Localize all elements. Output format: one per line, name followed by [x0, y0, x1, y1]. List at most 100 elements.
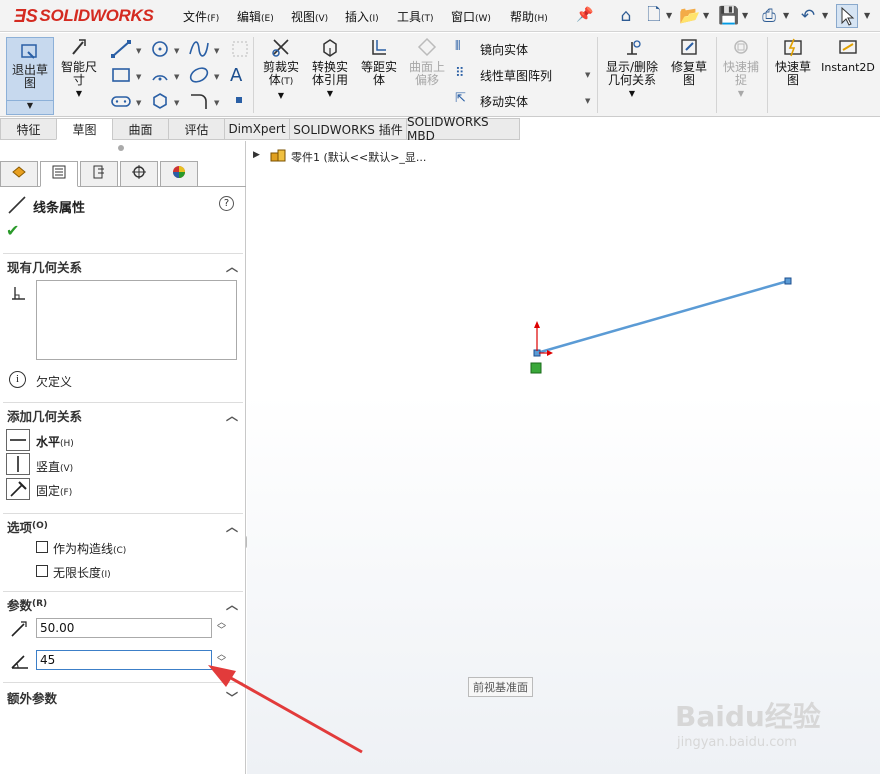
length-icon — [9, 619, 29, 642]
menu-tools[interactable]: 工具(T) — [397, 8, 434, 25]
menu-edit[interactable]: 编辑(E) — [237, 8, 274, 25]
help-icon[interactable]: ? — [219, 196, 234, 211]
crosshair-icon — [130, 164, 148, 184]
repair-sketch-icon — [678, 33, 700, 61]
menu-window[interactable]: 窗口(W) — [451, 8, 491, 25]
fix-icon[interactable] — [6, 478, 30, 500]
home-icon[interactable]: ⌂ — [614, 4, 638, 28]
menu-insert[interactable]: 插入(I) — [345, 8, 379, 25]
panel-grip[interactable] — [118, 145, 124, 151]
rectangle-tool-icon[interactable] — [110, 65, 132, 89]
tab-addins[interactable]: SOLIDWORKS 插件 — [289, 118, 407, 140]
move-entities-button[interactable]: 移动实体 — [480, 93, 528, 110]
surface-sketch-icon[interactable] — [230, 39, 250, 63]
mirror-entities-button[interactable]: 镜向实体 — [480, 41, 528, 58]
ok-check-icon[interactable]: ✔ — [6, 221, 19, 240]
offset-on-surface-button[interactable]: 曲面上 偏移 — [404, 33, 450, 87]
graphics-area[interactable]: ▶ 零件1 (默认<<默认>_显... 前视基准面 Baidu经验 jingya… — [247, 141, 880, 774]
new-document-icon[interactable]: 🗋 — [642, 4, 666, 28]
menu-file[interactable]: 文件(F) — [183, 8, 219, 25]
quick-snaps-button[interactable]: 快速捕 捉 ▼ — [718, 33, 764, 100]
repair-sketch-button[interactable]: 修复草 图 — [666, 33, 712, 87]
relation-vertical[interactable]: 竖直(V) — [36, 458, 73, 475]
info-icon: i — [9, 371, 26, 388]
fillet-tool-icon[interactable] — [188, 91, 210, 115]
offset-entities-button[interactable]: 等距实 体 — [356, 33, 402, 87]
select-pointer-icon[interactable] — [836, 4, 858, 28]
extra-parameters-header[interactable]: 额外参数 ﹀ — [0, 686, 246, 708]
spline-tool-icon[interactable] — [188, 39, 210, 63]
line-endpoint[interactable] — [784, 277, 792, 285]
smart-dimension-button[interactable]: 智能尺 寸 ▼ — [58, 33, 100, 100]
line-properties-icon — [7, 195, 27, 218]
menu-help[interactable]: 帮助(H) — [510, 8, 548, 25]
smart-dimension-icon — [69, 33, 89, 61]
existing-relations-header[interactable]: 现有几何关系 ︿ — [0, 255, 246, 277]
quick-snaps-icon — [730, 33, 752, 61]
convert-entities-icon — [319, 33, 341, 61]
infinite-length-checkbox[interactable] — [36, 565, 48, 577]
instant2d-button[interactable]: Instant2D — [820, 33, 876, 74]
point-tool-icon[interactable] — [232, 93, 246, 111]
command-tabs: 特征 草图 曲面 评估 DimXpert SOLIDWORKS 插件 SOLID… — [0, 115, 880, 143]
tab-mbd[interactable]: SOLIDWORKS MBD — [406, 115, 520, 143]
trim-entities-button[interactable]: 剪裁实 体(T) ▼ — [258, 33, 304, 102]
tab-sketch[interactable]: 草图 — [56, 118, 113, 140]
slot-tool-icon[interactable] — [110, 91, 132, 115]
rapid-sketch-button[interactable]: 快速草 图 — [770, 33, 816, 87]
display-delete-relations-button[interactable]: 显示/删除 几何关系 ▼ — [600, 33, 664, 100]
print-icon[interactable]: ⎙ — [757, 4, 781, 28]
tab-evaluate[interactable]: 评估 — [168, 118, 225, 140]
convert-entities-button[interactable]: 转换实 体引用 ▼ — [306, 33, 354, 100]
text-tool-icon[interactable]: A — [230, 65, 242, 86]
angle-spinner[interactable]: ︿ ﹀ — [217, 651, 226, 668]
save-icon[interactable]: 💾 — [717, 4, 741, 28]
exit-sketch-button[interactable]: 退出草 图 ▼ — [6, 37, 54, 115]
horizontal-icon[interactable] — [6, 429, 30, 451]
pin-icon[interactable]: 📌 — [576, 7, 593, 23]
construction-checkbox[interactable] — [36, 541, 48, 553]
vertical-icon[interactable] — [6, 453, 30, 475]
ellipse-tool-icon[interactable] — [188, 65, 210, 89]
configuration-icon — [90, 164, 108, 184]
menu-view[interactable]: 视图(V) — [291, 8, 328, 25]
tab-surfaces[interactable]: 曲面 — [112, 118, 169, 140]
tab-dimxpert[interactable]: DimXpert — [224, 118, 290, 140]
relations-icon — [621, 33, 643, 61]
property-manager: 线条属性 ? ✔ 现有几何关系 ︿ i 欠定义 添加几何关系 ︿ 水平(H) 竖… — [0, 141, 246, 774]
display-manager-tab[interactable] — [160, 161, 198, 187]
tab-features[interactable]: 特征 — [0, 118, 57, 140]
parameters-header[interactable]: 参数 (R) ︿ — [0, 593, 246, 615]
undo-icon[interactable]: ↶ — [796, 4, 820, 28]
relation-horizontal[interactable]: 水平(H) — [36, 433, 74, 450]
existing-relations-list[interactable] — [36, 280, 237, 360]
line-tool-icon[interactable] — [110, 39, 132, 63]
exit-sketch-icon — [7, 38, 53, 62]
length-spinner[interactable]: ︿ ﹀ — [217, 619, 226, 636]
offset-entities-icon — [368, 33, 390, 61]
open-folder-icon[interactable]: 📂 — [678, 4, 702, 28]
instant2d-icon — [837, 33, 859, 61]
polygon-tool-icon[interactable] — [150, 91, 170, 115]
configuration-manager-tab[interactable] — [80, 161, 118, 187]
definition-status: 欠定义 — [36, 375, 73, 389]
add-relations-header[interactable]: 添加几何关系 ︿ — [0, 404, 246, 426]
dimxpert-manager-tab[interactable] — [120, 161, 158, 187]
sketch-line[interactable] — [536, 279, 789, 355]
options-header[interactable]: 选项 (O) ︿ — [0, 515, 246, 537]
watermark-brand: Baidu经验 — [675, 700, 821, 733]
linear-pattern-button[interactable]: 线性草图阵列 — [480, 67, 552, 84]
angle-input[interactable]: 45 — [36, 650, 212, 670]
trim-icon — [270, 33, 292, 61]
relation-fix[interactable]: 固定(F) — [36, 482, 72, 499]
arc-tool-icon[interactable] — [150, 65, 170, 89]
feature-tree-tab[interactable] — [0, 161, 38, 187]
property-manager-tab[interactable] — [40, 161, 78, 187]
coincident-relation-icon[interactable] — [530, 362, 542, 374]
plane-label: 前视基准面 — [468, 677, 533, 697]
circle-tool-icon[interactable] — [150, 39, 170, 63]
move-entities-icon: ⇱ — [455, 91, 466, 106]
property-manager-icon — [50, 164, 68, 184]
length-input[interactable]: 50.00 — [36, 618, 212, 638]
origin-y-arrow — [534, 321, 540, 328]
